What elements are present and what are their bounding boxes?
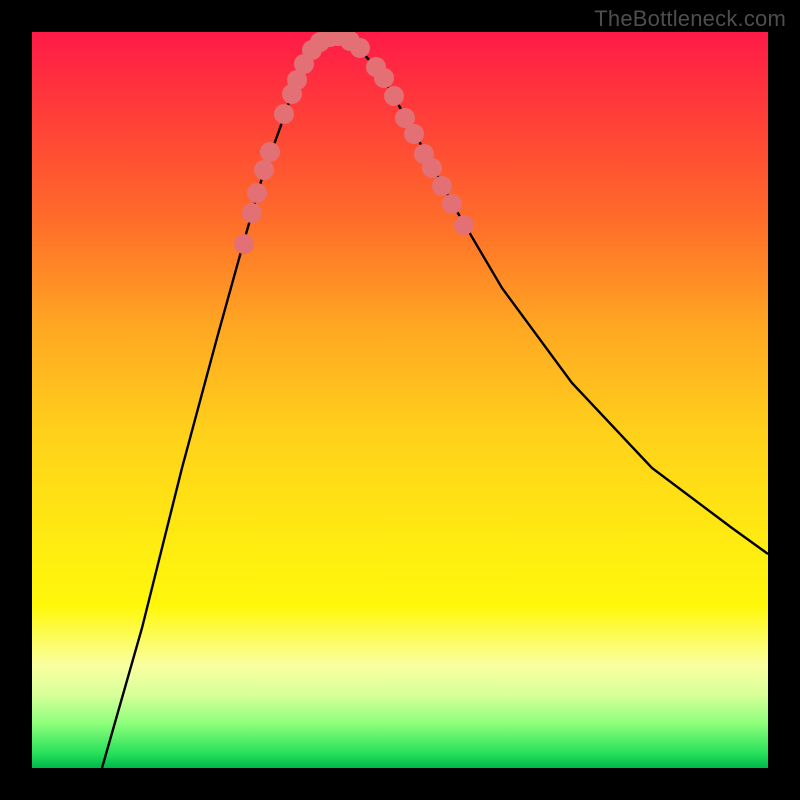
data-marker <box>374 68 394 88</box>
bottleneck-curve <box>102 36 768 768</box>
source-credit: TheBottleneck.com <box>594 6 786 32</box>
data-marker <box>442 194 462 214</box>
data-marker <box>260 142 280 162</box>
data-marker <box>422 158 442 178</box>
data-marker <box>254 160 274 180</box>
data-marker <box>274 104 294 124</box>
data-marker <box>432 176 452 196</box>
data-marker <box>242 203 262 223</box>
plot-area <box>32 32 768 768</box>
data-marker <box>404 124 424 144</box>
data-marker <box>384 86 404 106</box>
data-marker <box>247 183 267 203</box>
data-marker <box>454 215 474 235</box>
data-marker <box>234 234 254 254</box>
data-marker <box>350 38 370 58</box>
outer-frame: TheBottleneck.com <box>0 0 800 800</box>
marker-layer <box>234 32 474 254</box>
chart-svg <box>32 32 768 768</box>
